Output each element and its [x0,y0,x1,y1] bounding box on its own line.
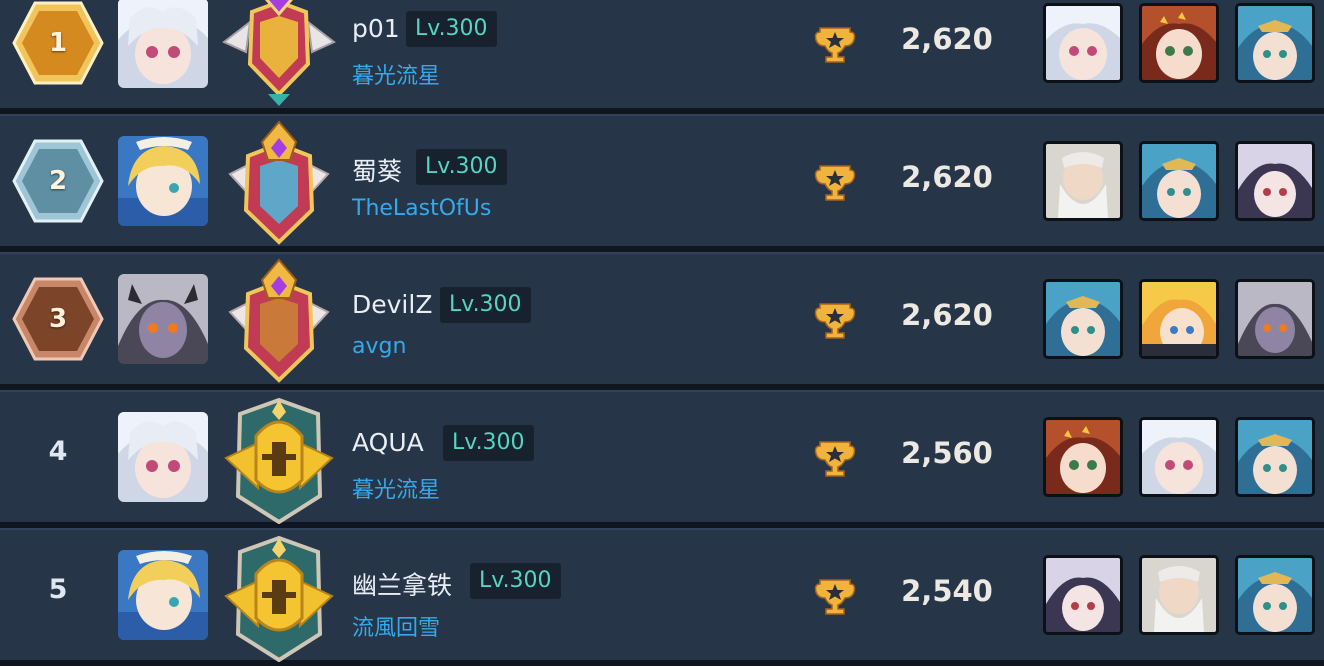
rank-number: 5 [48,574,68,605]
team-hero-portrait[interactable] [1043,3,1123,83]
score-value: 2,620 [901,298,993,332]
team-hero-portrait[interactable] [1043,141,1123,221]
trophy-icon [814,298,856,340]
rank-emblem-crest-purple-gem [216,120,342,248]
rank-badge-gold: 1 [12,0,104,86]
score-value: 2,540 [901,574,993,608]
player-name[interactable]: 蜀葵 [352,152,402,188]
rank-emblem-crest-purple-gem [216,258,342,386]
leaderboard-row[interactable]: 5 幽兰拿铁 Lv.300 流風回雪 2,540 [0,528,1324,663]
score-value: 2,620 [901,160,993,194]
leaderboard-row[interactable]: 1 p01 Lv.300 暮光流星 2,620 [0,0,1324,108]
leaderboard-row[interactable]: 3 DevilZ Lv.300 avgn 2,620 [0,252,1324,384]
player-avatar[interactable] [118,550,208,640]
player-name[interactable]: 幽兰拿铁 [352,566,452,602]
team-hero-portrait[interactable] [1139,3,1219,83]
guild-name[interactable]: 流風回雪 [352,610,440,642]
leaderboard-row[interactable]: 2 蜀葵 Lv.300 TheLastOfUs 2,620 [0,114,1324,246]
leaderboard-row[interactable]: 4 AQUA Lv.300 暮光流星 2,560 [0,390,1324,525]
score-value: 2,560 [901,436,993,470]
team-hero-portrait[interactable] [1043,555,1123,635]
team-hero-portrait[interactable] [1235,417,1315,497]
guild-name[interactable]: 暮光流星 [352,472,440,504]
player-level: Lv.300 [440,287,531,323]
trophy-icon [814,160,856,202]
rank-emblem-golden-knight [216,396,342,525]
rank-number: 4 [48,436,68,467]
guild-name[interactable]: avgn [352,334,406,359]
rank-number: 2 [48,166,68,196]
player-name[interactable]: DevilZ [352,290,432,319]
player-avatar[interactable] [118,412,208,502]
player-avatar[interactable] [118,136,208,226]
rank-number: 1 [48,28,68,58]
team-hero-portrait[interactable] [1235,3,1315,83]
trophy-icon [814,436,856,478]
rank-badge-silver: 2 [12,138,104,224]
team-hero-portrait[interactable] [1043,417,1123,497]
player-avatar[interactable] [118,274,208,364]
team-hero-portrait[interactable] [1043,279,1123,359]
trophy-icon [814,574,856,616]
rank-badge-bronze: 3 [12,276,104,362]
guild-name[interactable]: 暮光流星 [352,58,440,90]
rank-number: 3 [48,304,68,334]
team-hero-portrait[interactable] [1139,555,1219,635]
player-level: Lv.300 [416,149,507,185]
team-hero-portrait[interactable] [1139,141,1219,221]
rank-emblem-winged-purple-gem [216,0,342,110]
player-name[interactable]: AQUA [352,428,424,457]
team-hero-portrait[interactable] [1139,417,1219,497]
score-value: 2,620 [901,22,993,56]
rank-emblem-golden-knight [216,534,342,663]
player-avatar[interactable] [118,0,208,88]
team-hero-portrait[interactable] [1235,555,1315,635]
trophy-icon [814,22,856,64]
team-hero-portrait[interactable] [1235,141,1315,221]
team-hero-portrait[interactable] [1139,279,1219,359]
leaderboard: 1 p01 Lv.300 暮光流星 2,620 2 蜀葵 Lv.300 TheL… [0,0,1324,663]
player-level: Lv.300 [406,11,497,47]
player-name[interactable]: p01 [352,14,400,43]
team-hero-portrait[interactable] [1235,279,1315,359]
guild-name[interactable]: TheLastOfUs [352,196,491,221]
player-level: Lv.300 [443,425,534,461]
player-level: Lv.300 [470,563,561,599]
